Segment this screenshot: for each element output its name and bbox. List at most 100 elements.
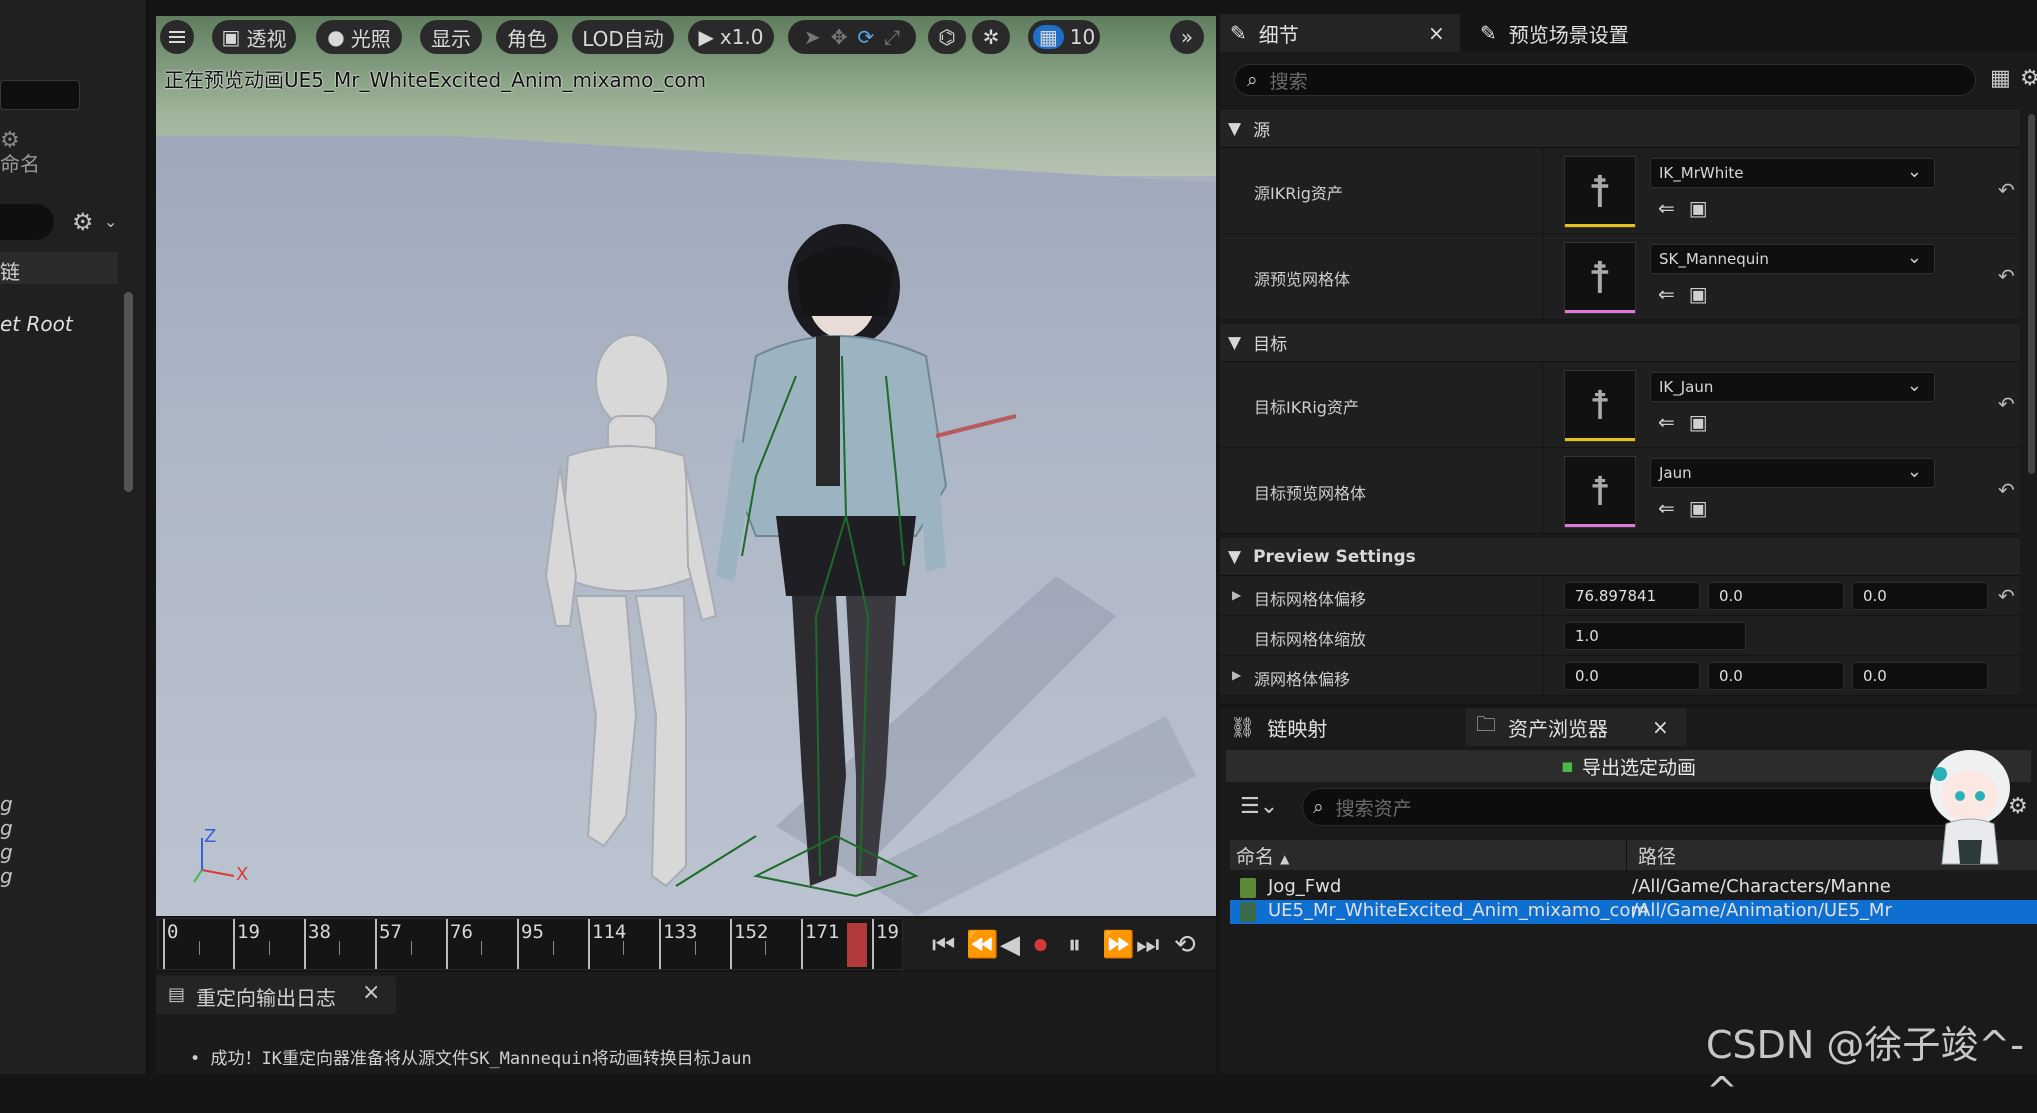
character-button[interactable]: 角色 (496, 20, 558, 54)
asset-search-input[interactable]: ⌕ 搜索资产 (1302, 788, 2002, 826)
mesh-thumbnail[interactable]: ☨ (1564, 456, 1636, 528)
ik-rig-thumbnail[interactable]: ☨ (1564, 370, 1636, 442)
list-item[interactable]: g (0, 816, 13, 840)
target-scale-input[interactable]: 1.0 (1564, 622, 1746, 650)
use-selected-icon[interactable]: ⇐ (1658, 496, 1675, 520)
list-item[interactable]: g (0, 840, 13, 864)
table-view-icon[interactable]: ▦ (1990, 66, 2011, 91)
timeline-ruler[interactable]: 0 19 38 57 76 95 114 133 152 171 19 (158, 918, 903, 970)
lighting-button[interactable]: ● 光照 (316, 20, 402, 54)
tick-label: 114 (592, 921, 627, 943)
lod-button[interactable]: LOD自动 (572, 20, 674, 54)
skip-to-start-icon[interactable]: ⏮ (932, 930, 955, 961)
play-reverse-icon[interactable]: ◀ (1000, 930, 1020, 960)
rotate-icon[interactable]: ⟳ (857, 25, 874, 49)
scale-icon[interactable]: ⤢ (884, 25, 900, 49)
target-offset-x[interactable]: 76.897841 (1564, 582, 1700, 610)
perspective-button[interactable]: ▣ 透视 (212, 20, 296, 54)
settings-gear-icon[interactable]: ⚙ (72, 208, 94, 236)
section-preview-settings[interactable]: ▼ Preview Settings (1220, 538, 2020, 576)
expand-arrow-icon[interactable]: ▶ (1232, 668, 1241, 682)
loop-icon[interactable]: ⟲ (1174, 930, 1196, 960)
reset-icon[interactable]: ↶ (1998, 392, 2015, 416)
tab-chain-mapping-label: 链映射 (1267, 716, 1328, 741)
tick-label: 95 (521, 921, 544, 943)
step-forward-icon[interactable]: ⏩ (1102, 930, 1134, 960)
close-icon[interactable]: × (362, 980, 380, 1005)
scrollbar[interactable] (124, 292, 133, 492)
skip-to-end-icon[interactable]: ⏭ (1136, 930, 1159, 961)
pencil-icon: ✎ (1480, 21, 1497, 45)
source-ik-label: 源IKRig资产 (1254, 184, 1343, 203)
gear-icon[interactable]: ⚙ (2020, 66, 2037, 91)
browse-icon[interactable]: ▣ (1689, 282, 1708, 306)
ik-rig-thumbnail[interactable]: ☨ (1564, 156, 1636, 228)
source-offset-y[interactable]: 0.0 (1708, 662, 1844, 690)
tab-details[interactable]: ✎ 细节 × (1220, 14, 1460, 52)
tab-chain-mapping[interactable]: ⛓ 链映射 (1220, 708, 1450, 746)
browse-icon[interactable]: ▣ (1689, 496, 1708, 520)
close-icon[interactable]: × (1652, 715, 1669, 739)
animation-asset-icon (1240, 878, 1256, 898)
details-search-input[interactable]: ⌕ 搜索 (1234, 64, 1976, 96)
details-panel: ✎ 细节 × ✎ 预览场景设置 ⌕ 搜索 ▦ ⚙ ▼ 源 源IKRig资产 ☨ … (1220, 14, 2037, 704)
collapse-arrow-icon: ▼ (1228, 332, 1242, 353)
reset-icon[interactable]: ↶ (1998, 178, 2015, 202)
expand-arrow-icon[interactable]: ▶ (1232, 588, 1241, 602)
section-target[interactable]: ▼ 目标 (1220, 324, 2020, 362)
tab-output-log[interactable]: ▤ 重定向输出日志 × (156, 976, 396, 1014)
select-icon[interactable]: ➤ (804, 25, 821, 49)
target-mesh-combo[interactable]: Jaun ⌄ (1650, 458, 1935, 488)
col-path[interactable]: 路径 (1638, 842, 1676, 869)
name-field[interactable] (0, 80, 80, 110)
show-button[interactable]: 显示 (420, 20, 482, 54)
source-mesh-value: SK_Mannequin (1659, 250, 1769, 268)
more-icon[interactable]: » (1170, 20, 1204, 54)
chevron-down-icon[interactable]: ⌄ (104, 212, 117, 231)
tab-asset-browser[interactable]: 🗀 资产浏览器 × (1466, 708, 1686, 746)
move-icon[interactable]: ✥ (831, 25, 848, 49)
asset-row-selected[interactable]: UE5_Mr_WhiteExcited_Anim_mixamo_com /All… (1230, 900, 2037, 924)
list-item[interactable]: g (0, 864, 13, 888)
close-icon[interactable]: × (1428, 21, 1445, 45)
source-ik-combo[interactable]: IK_MrWhite ⌄ (1650, 158, 1935, 188)
source-offset-z[interactable]: 0.0 (1852, 662, 1988, 690)
reset-icon[interactable]: ↶ (1998, 478, 2015, 502)
reset-icon[interactable]: ↶ (1998, 264, 2015, 288)
playhead[interactable] (847, 923, 867, 967)
ik-icon[interactable]: ✲ (972, 20, 1010, 54)
source-offset-x[interactable]: 0.0 (1564, 662, 1700, 690)
target-ik-rig-row: 目标IKRig资产 ☨ IK_Jaun ⌄ ⇐ ▣ ↶ (1220, 362, 2020, 448)
asset-row[interactable]: Jog_Fwd /All/Game/Characters/Manne (1230, 876, 2037, 900)
tab-preview-scene-settings[interactable]: ✎ 预览场景设置 (1470, 14, 1700, 52)
export-label: 导出选定动画 (1581, 756, 1696, 779)
pause-icon[interactable]: ⏸ (1068, 930, 1081, 961)
retarget-root-item[interactable]: et Root (0, 312, 73, 336)
section-source[interactable]: ▼ 源 (1220, 110, 2020, 148)
step-back-icon[interactable]: ⏪ (966, 930, 998, 960)
viewport[interactable]: ▣ 透视 ● 光照 显示 角色 LOD自动 ▶ x1.0 ➤ ✥ ⟳ ⤢ ⌬ ✲ ▦ … (156, 16, 1216, 916)
mesh-thumbnail[interactable]: ☨ (1564, 242, 1636, 314)
chain-search-input[interactable] (0, 204, 54, 240)
section-preview-label: Preview Settings (1253, 546, 1416, 567)
list-item[interactable]: g (0, 792, 13, 816)
source-mesh-combo[interactable]: SK_Mannequin ⌄ (1650, 244, 1935, 274)
col-name[interactable]: 命名 ▲ (1236, 842, 1289, 869)
scrollbar[interactable] (2028, 114, 2035, 474)
reset-icon[interactable]: ↶ (1998, 584, 2015, 608)
use-selected-icon[interactable]: ⇐ (1658, 410, 1675, 434)
grid-snap-button[interactable]: ▦ 10 (1028, 20, 1100, 54)
browse-icon[interactable]: ▣ (1689, 410, 1708, 434)
target-offset-y[interactable]: 0.0 (1708, 582, 1844, 610)
bone-icon[interactable]: ⌬ (928, 20, 966, 54)
browse-icon[interactable]: ▣ (1689, 196, 1708, 220)
use-selected-icon[interactable]: ⇐ (1658, 196, 1675, 220)
use-selected-icon[interactable]: ⇐ (1658, 282, 1675, 306)
target-ik-combo[interactable]: IK_Jaun ⌄ (1650, 372, 1935, 402)
record-icon[interactable]: ⏺ (1034, 930, 1047, 961)
play-speed-button[interactable]: ▶ x1.0 (688, 20, 774, 54)
log-icon: ▤ (168, 984, 186, 1005)
target-offset-z[interactable]: 0.0 (1852, 582, 1988, 610)
hamburger-icon[interactable] (160, 20, 194, 54)
filter-icon[interactable]: ☰⌄ (1240, 794, 1278, 819)
